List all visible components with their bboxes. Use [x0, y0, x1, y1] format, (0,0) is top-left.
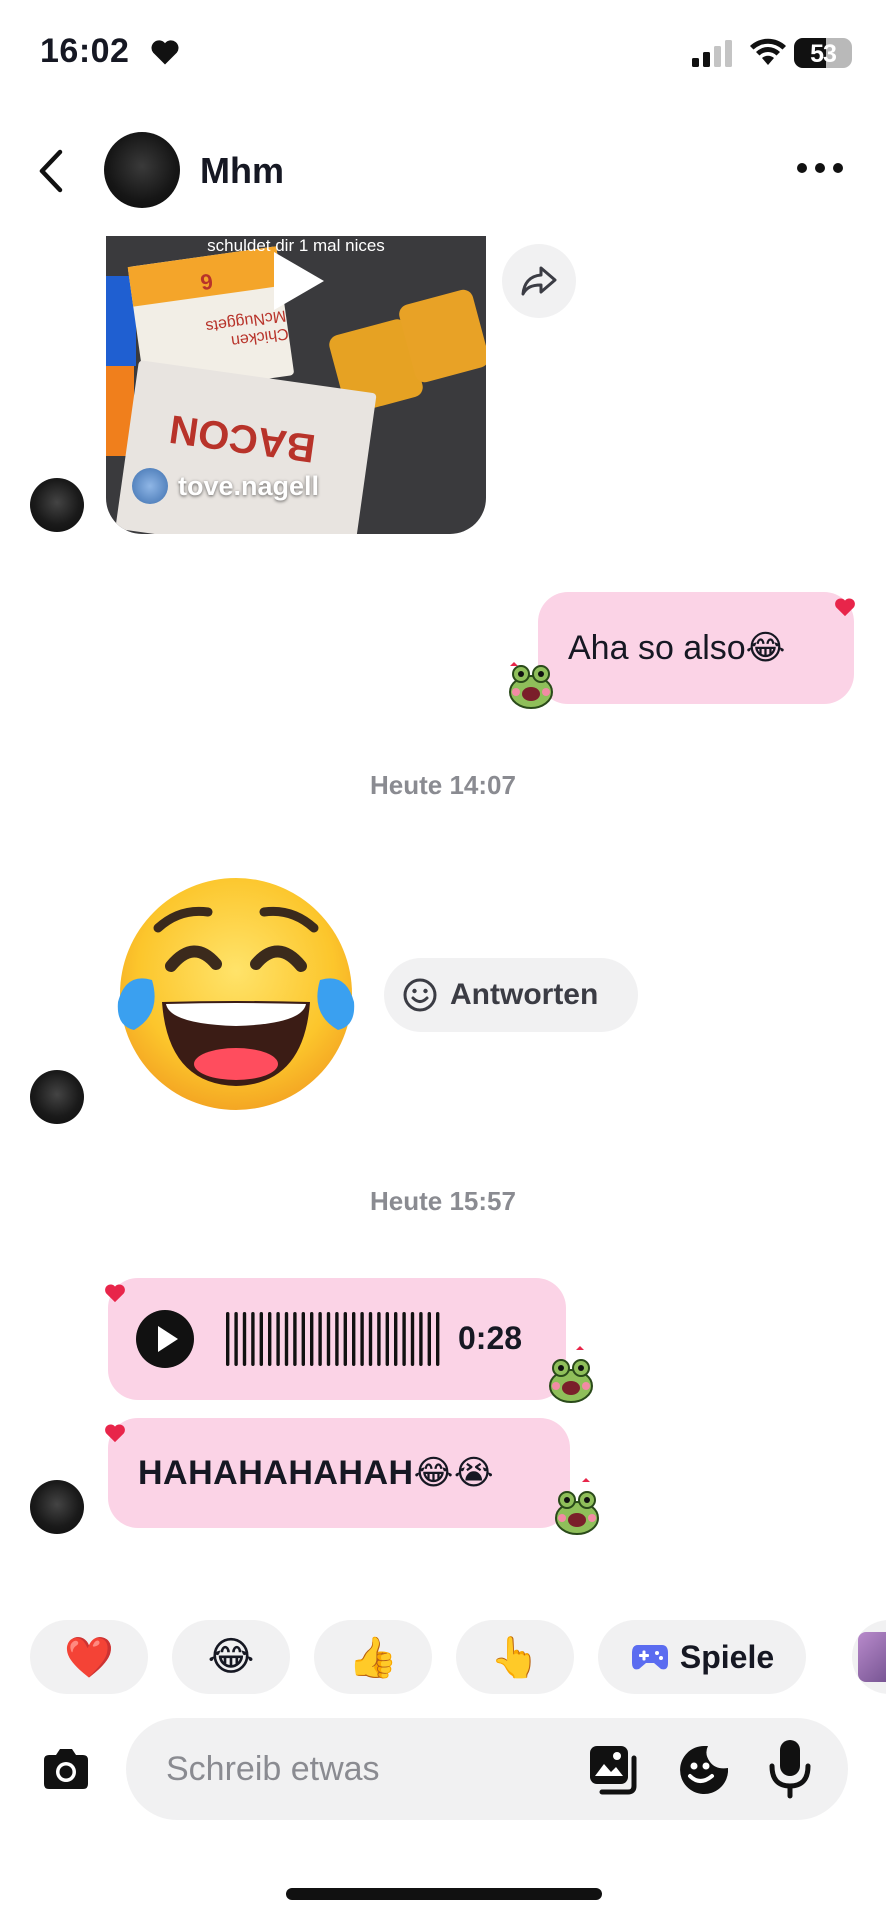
- games-label: Spiele: [679, 1638, 775, 1675]
- quick-reaction-bar: ❤️ 😂 👍 👆 Spiele: [0, 1620, 886, 1700]
- forward-button[interactable]: [502, 244, 576, 318]
- waveform-bar: [284, 1312, 289, 1366]
- waveform-bar: [394, 1312, 398, 1366]
- author-username: tove.nagell: [178, 470, 320, 501]
- waveform-bar: [343, 1312, 347, 1366]
- heart-icon: [151, 40, 179, 65]
- reaction-glyph: 😂: [207, 1635, 255, 1679]
- waveform-bar: [310, 1312, 314, 1366]
- reaction-glyph: 👆: [490, 1635, 540, 1680]
- waveform-bar: [352, 1312, 356, 1366]
- voice-play-button[interactable]: [136, 1310, 194, 1368]
- burger-box-text: BACON: [166, 406, 319, 471]
- received-message-text: HAHAHAHAHAH😂😭: [138, 1454, 495, 1492]
- waveform-bar: [301, 1312, 305, 1366]
- sender-avatar[interactable]: [30, 478, 84, 532]
- contact-name[interactable]: Mhm: [200, 150, 284, 192]
- reaction-glyph: 👍: [348, 1635, 398, 1680]
- more-options-icon[interactable]: [796, 160, 844, 176]
- message-composer: [126, 1718, 848, 1820]
- waveform-bar: [326, 1312, 331, 1366]
- sent-message-text: Aha so also😂: [568, 629, 786, 667]
- frog-sticker-icon: [555, 1478, 599, 1535]
- sender-avatar[interactable]: [30, 1070, 84, 1124]
- burger-box: BACON: [115, 360, 377, 534]
- message-input[interactable]: [166, 1740, 546, 1798]
- author-avatar: [132, 468, 168, 504]
- sticker-icon[interactable]: [676, 1742, 732, 1798]
- waveform-bar: [251, 1312, 255, 1366]
- battery-level: 53: [810, 40, 837, 68]
- battery-icon: 53: [794, 38, 852, 68]
- waveform-bar: [360, 1312, 364, 1366]
- heart-reaction-icon: [105, 1284, 125, 1303]
- waveform-bar: [293, 1312, 297, 1366]
- heart-reaction-icon: [105, 1424, 125, 1443]
- waveform-bar: [242, 1312, 247, 1366]
- waveform-bar: [419, 1312, 423, 1366]
- quick-reaction-thumbs-up[interactable]: 👍: [314, 1620, 432, 1694]
- waveform-bar: [318, 1312, 322, 1366]
- status-time: 16:02: [40, 32, 130, 70]
- games-button[interactable]: Spiele: [598, 1620, 806, 1694]
- quick-reaction-laugh[interactable]: 😂: [172, 1620, 290, 1694]
- waveform-bar: [385, 1312, 389, 1366]
- cellular-signal-icon: [692, 40, 732, 67]
- smiley-icon: [403, 978, 437, 1012]
- gallery-icon[interactable]: [586, 1742, 642, 1798]
- reply-button[interactable]: Antworten: [384, 958, 638, 1032]
- camera-icon[interactable]: [38, 1742, 94, 1798]
- reaction-glyph: ❤️: [64, 1635, 114, 1680]
- voice-message[interactable]: 0:28: [108, 1278, 566, 1400]
- microphone-icon[interactable]: [766, 1738, 814, 1800]
- waveform-bar: [368, 1312, 373, 1366]
- forward-icon: [521, 266, 557, 296]
- quick-reaction-heart[interactable]: ❤️: [30, 1620, 148, 1694]
- timestamp: Heute 14:07: [370, 770, 516, 800]
- waveform-bar: [410, 1312, 415, 1366]
- sender-avatar[interactable]: [30, 1480, 84, 1534]
- frog-sticker-icon: [549, 1346, 593, 1403]
- waveform-bar: [335, 1312, 339, 1366]
- tears-of-joy-emoji[interactable]: [116, 874, 356, 1114]
- home-indicator: [286, 1888, 602, 1900]
- waveform-bar: [276, 1312, 280, 1366]
- shared-video-card[interactable]: 6 Chicken McNuggets BACON schuldet dir 1…: [106, 236, 486, 534]
- waveform-bar: [226, 1312, 230, 1366]
- reply-label: Antworten: [450, 978, 599, 1011]
- contact-avatar[interactable]: [104, 132, 180, 208]
- waveform-bar: [436, 1312, 440, 1366]
- waveform-bar: [234, 1312, 238, 1366]
- timestamp: Heute 15:57: [370, 1186, 516, 1216]
- waveform-bar: [427, 1312, 431, 1366]
- heart-reaction-icon: [835, 598, 855, 617]
- wifi-icon: [750, 38, 786, 65]
- waveform-bar: [377, 1312, 381, 1366]
- play-icon[interactable]: [268, 248, 328, 314]
- waveform-bar: [268, 1312, 272, 1366]
- voice-duration: 0:28: [458, 1320, 523, 1356]
- waveform-bar: [402, 1312, 406, 1366]
- sticker-thumbnail[interactable]: [852, 1620, 886, 1694]
- received-message[interactable]: HAHAHAHAHAH😂😭: [108, 1418, 570, 1528]
- frog-sticker-icon: [509, 662, 553, 709]
- video-author: tove.nagell: [132, 468, 319, 504]
- waveform-bar: [259, 1312, 263, 1366]
- quick-reaction-point-up[interactable]: 👆: [456, 1620, 574, 1694]
- back-icon[interactable]: [32, 148, 72, 194]
- gamepad-icon: [631, 1645, 668, 1670]
- sent-message[interactable]: Aha so also😂: [538, 592, 854, 704]
